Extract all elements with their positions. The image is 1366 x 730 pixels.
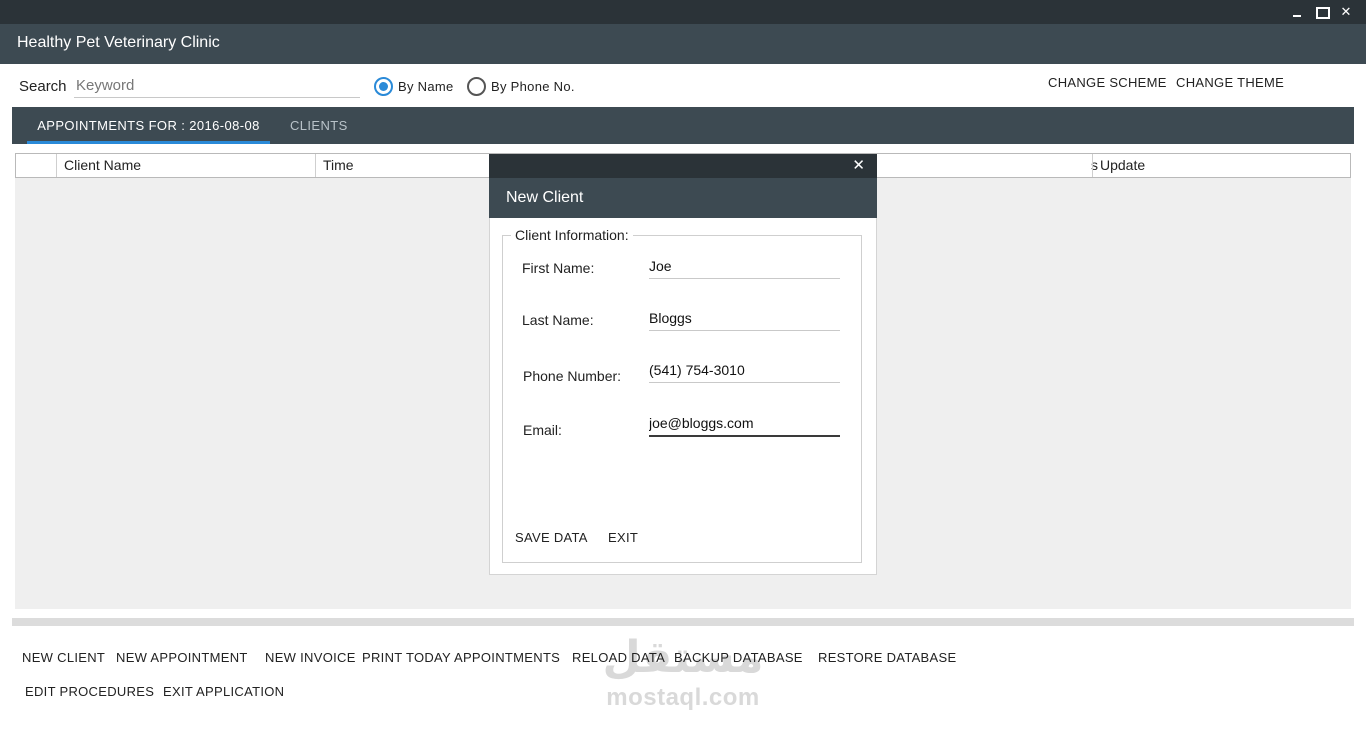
grid-header-client-name[interactable]: Client Name [56,154,315,177]
new-appointment-button[interactable]: NEW APPOINTMENT [116,650,248,665]
window-titlebar: ✕ [0,0,1366,24]
change-theme-button[interactable]: CHANGE THEME [1176,75,1284,90]
close-window-icon[interactable]: ✕ [1336,3,1356,21]
radio-by-phone[interactable]: By Phone No. [467,76,575,96]
new-client-dialog: ✕ New Client Client Information: First N… [489,154,877,575]
app-header: Healthy Pet Veterinary Clinic [0,24,1366,64]
separator-bar [12,618,1354,626]
new-client-button[interactable]: NEW CLIENT [22,650,105,665]
tab-clients[interactable]: CLIENTS [290,107,348,144]
exit-application-button[interactable]: EXIT APPLICATION [163,684,284,699]
dialog-close-icon[interactable]: ✕ [852,156,865,174]
maximize-icon[interactable] [1312,3,1332,21]
last-name-label: Last Name: [522,312,594,328]
email-label: Email: [523,422,562,438]
watermark-latin: mostaql.com [606,684,760,711]
edit-procedures-button[interactable]: EDIT PROCEDURES [25,684,154,699]
radio-by-name[interactable]: By Name [374,76,454,96]
radio-selected-icon [374,76,393,96]
radio-unselected-icon [467,76,486,96]
search-label: Search [19,78,67,95]
change-scheme-button[interactable]: CHANGE SCHEME [1048,75,1167,90]
phone-number-label: Phone Number: [523,368,622,384]
radio-by-phone-label: By Phone No. [491,78,575,94]
minimize-icon[interactable] [1288,3,1308,21]
first-name-field[interactable] [649,253,840,279]
watermark: مستقل mostaql.com [598,632,768,712]
dialog-titlebar: ✕ [489,154,877,178]
new-invoice-button[interactable]: NEW INVOICE [265,650,356,665]
group-legend: Client Information: [511,227,633,243]
save-data-button[interactable]: SAVE DATA [515,530,588,545]
reload-data-button[interactable]: RELOAD DATA [572,650,665,665]
phone-number-field[interactable] [649,357,840,383]
dialog-header: New Client [489,178,877,218]
restore-database-button[interactable]: RESTORE DATABASE [818,650,956,665]
dialog-title: New Client [506,189,584,206]
search-input[interactable] [74,74,360,98]
grid-header-select[interactable] [16,154,56,177]
tab-bar: APPOINTMENTS FOR : 2016-08-08 CLIENTS [12,107,1354,144]
radio-by-name-label: By Name [398,78,454,94]
app-title: Healthy Pet Veterinary Clinic [17,34,220,51]
last-name-field[interactable] [649,305,840,331]
tab-appointments[interactable]: APPOINTMENTS FOR : 2016-08-08 [27,107,270,144]
client-information-group: Client Information: First Name: Last Nam… [502,227,862,563]
print-today-appointments-button[interactable]: PRINT TODAY APPOINTMENTS [362,650,560,665]
first-name-label: First Name: [522,260,595,276]
exit-dialog-button[interactable]: EXIT [608,530,638,545]
grid-header-update[interactable]: Update [1092,154,1350,177]
backup-database-button[interactable]: BACKUP DATABASE [674,650,803,665]
email-field[interactable] [649,411,840,437]
